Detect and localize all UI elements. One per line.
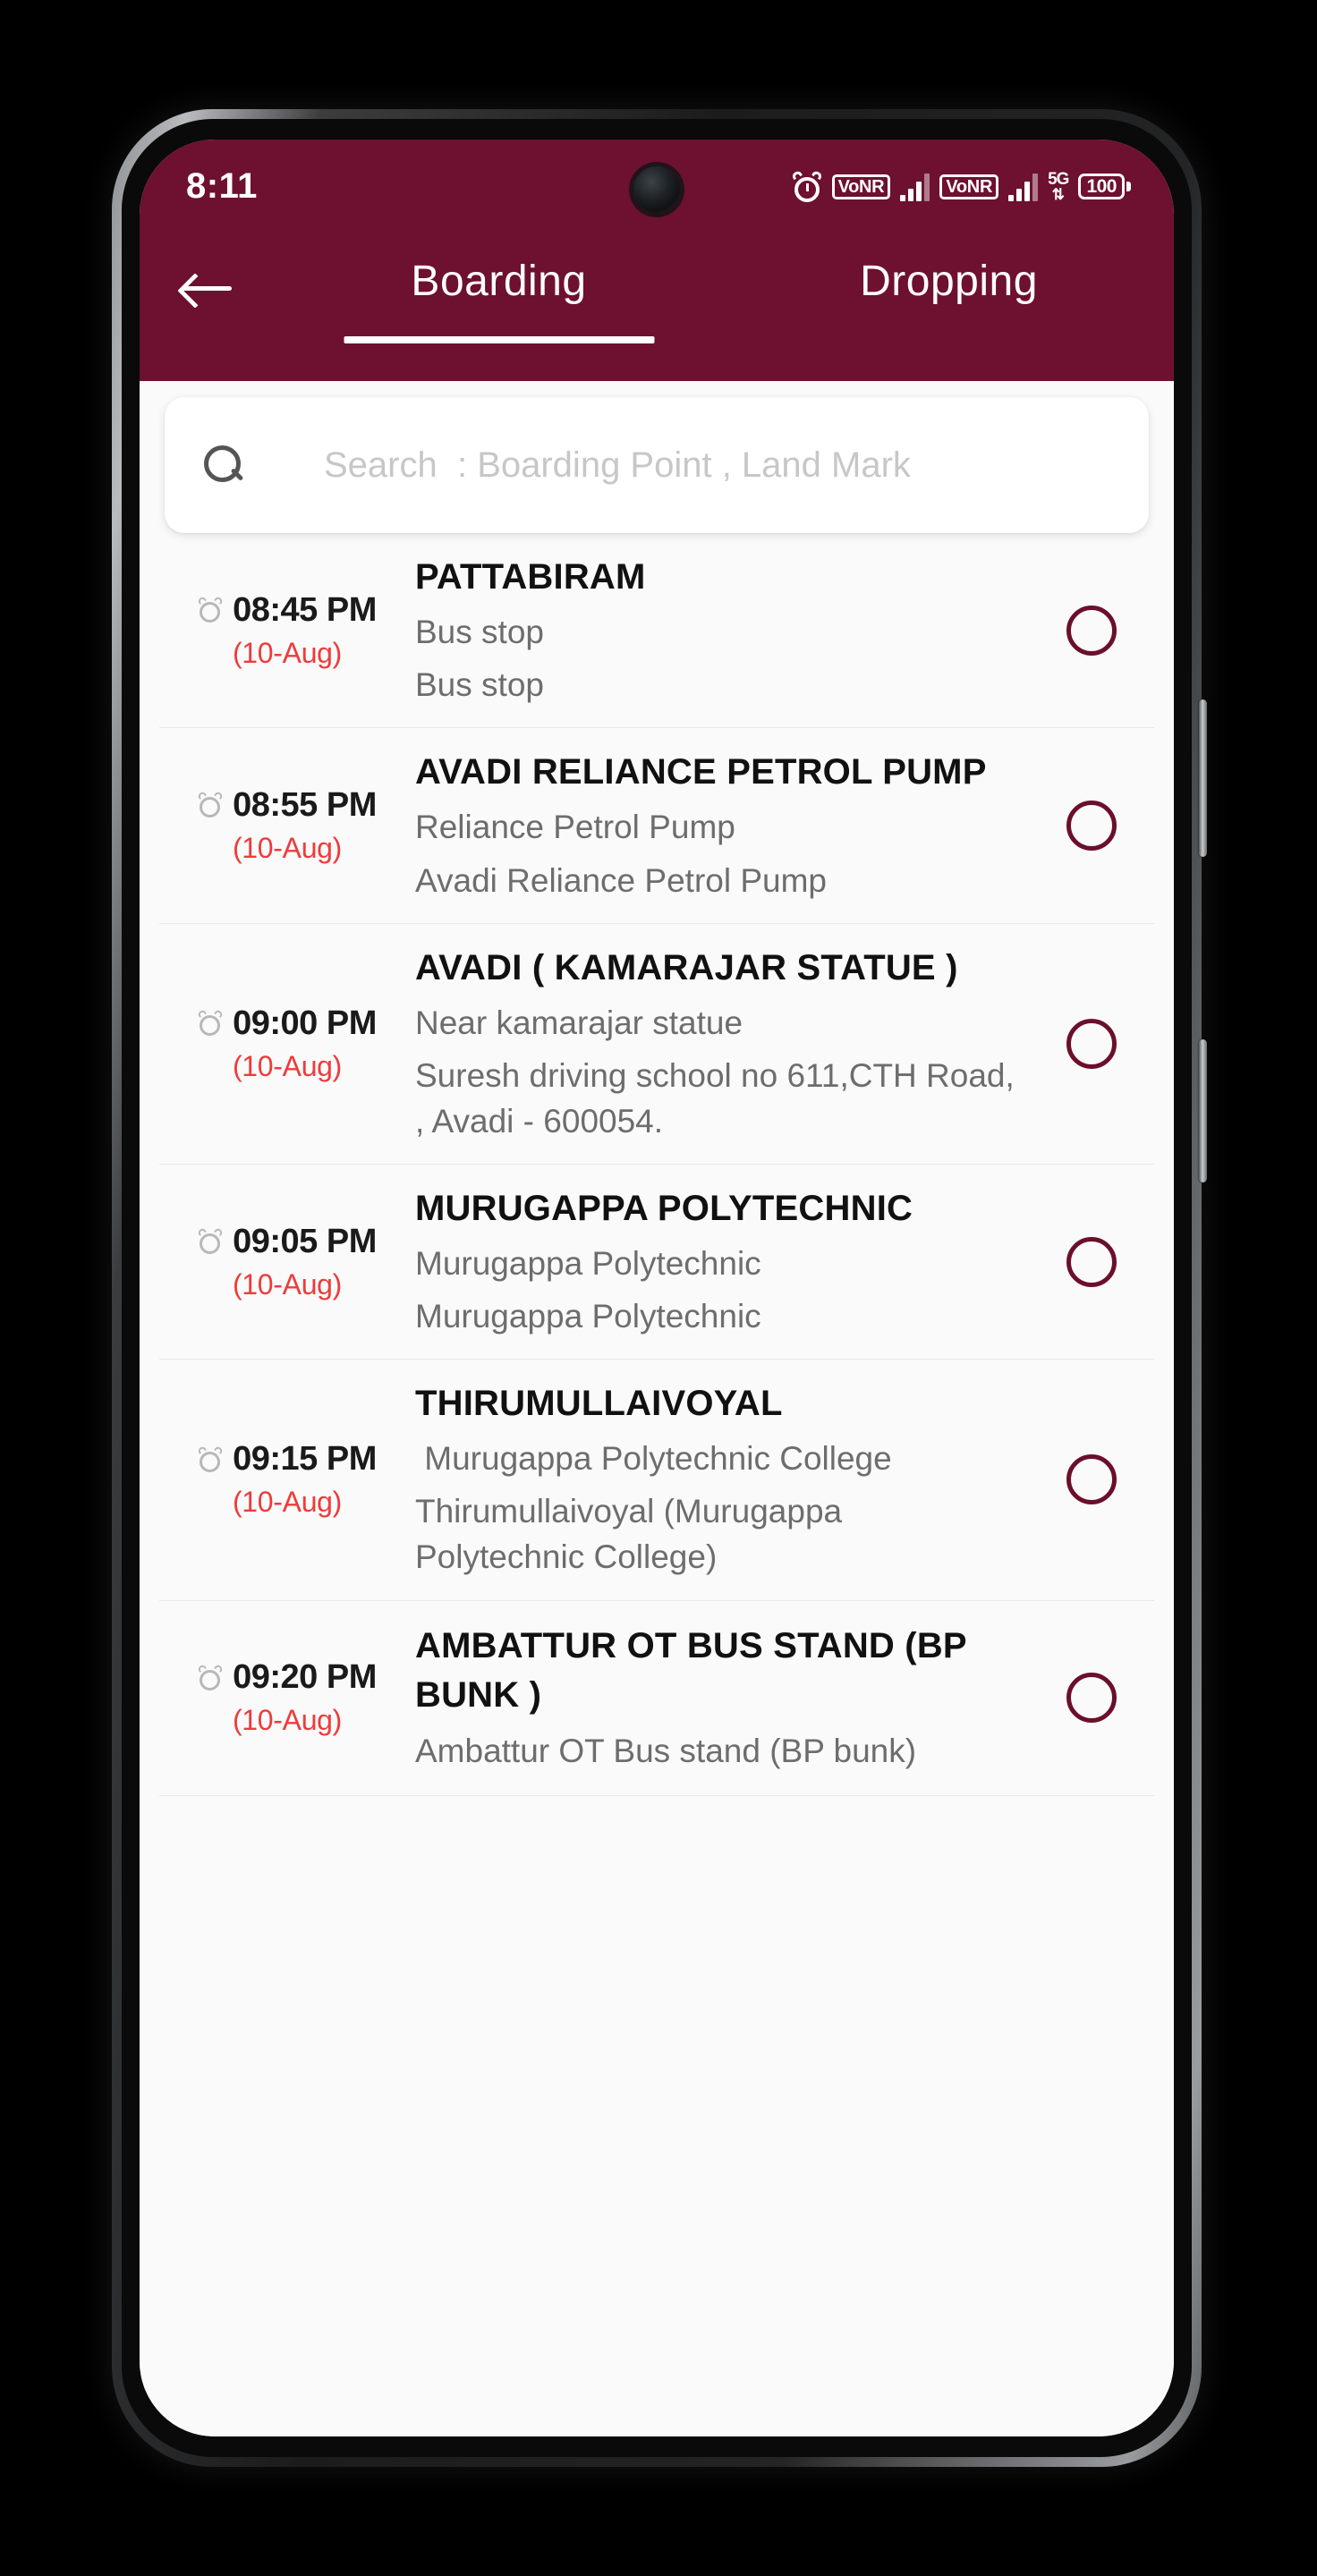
alarm-clock-icon [197,1445,225,1472]
status-clock: 8:11 [186,166,258,206]
stop-name: MURUGAPPA POLYTECHNIC [415,1188,913,1228]
stop-info-column: MURUGAPPA POLYTECHNIC Murugappa Polytech… [415,1184,1036,1339]
stop-address: Bus stop [415,666,544,704]
stop-address: Thirumullaivoyal (Murugappa Polytechnic … [415,1493,852,1576]
stop-landmark: Reliance Petrol Pump [415,809,735,846]
alarm-clock-icon [197,1663,225,1690]
stop-select-column [1036,605,1147,656]
stop-name: AVADI ( KAMARAJAR STATUE ) [415,947,958,987]
stop-select-column [1036,1236,1147,1287]
stop-time: 08:55 PM [233,785,377,824]
stop-date: (10-Aug) [232,1049,343,1082]
vonr-badge-sim1-icon: VoNR [831,174,891,199]
stop-name: AMBATTUR OT BUS STAND (BP BUNK ) [415,1626,967,1716]
battery-icon: 100 [1078,174,1131,199]
stop-date: (10-Aug) [232,1704,343,1736]
stop-time-column: 08:45 PM (10-Aug) [159,591,415,670]
stop-select-column [1036,1673,1147,1723]
stop-landmark: Near kamarajar statue [415,1004,743,1041]
stop-info-column: PATTABIRAM Bus stop Bus stop [415,553,1036,708]
stop-select-column [1036,800,1147,851]
stop-time: 08:45 PM [233,590,377,629]
battery-percent-label: 100 [1078,174,1125,199]
alarm-icon [790,169,823,202]
content-area: 08:45 PM (10-Aug) PATTABIRAM Bus stop Bu… [140,381,1174,2436]
search-input[interactable] [324,445,1111,486]
stop-time: 09:00 PM [233,1004,377,1042]
stop-info-column: AMBATTUR OT BUS STAND (BP BUNK ) Ambattu… [415,1622,1036,1773]
alarm-clock-icon [197,1227,225,1255]
data-transfer-arrows-icon: ⇅ [1051,186,1065,203]
tab-active-indicator [344,336,654,343]
vonr-badge-sim2-icon: VoNR [939,174,999,199]
tab-boarding-label: Boarding [411,258,587,305]
table-row[interactable]: 09:05 PM (10-Aug) MURUGAPPA POLYTECHNIC … [159,1165,1154,1360]
phone-screen: 8:11 VoNR VoNR 5G ⇅ 100 Boarding Droppin… [140,140,1174,2436]
stop-radio-button[interactable] [1066,1236,1117,1287]
table-row[interactable]: 09:20 PM (10-Aug) AMBATTUR OT BUS STAND … [159,1601,1154,1796]
tab-bar: Boarding Dropping [274,233,1174,343]
stop-landmark: Murugappa Polytechnic College [415,1440,892,1478]
battery-tip [1126,182,1131,191]
front-camera-cutout [633,166,680,213]
stop-landmark: Bus stop [415,614,544,651]
volume-button[interactable] [1199,699,1207,857]
tab-dropping[interactable]: Dropping [724,233,1174,306]
stop-radio-button[interactable] [1066,1673,1117,1723]
table-row[interactable]: 09:00 PM (10-Aug) AVADI ( KAMARAJAR STAT… [159,924,1154,1165]
app-bar: Boarding Dropping [140,233,1174,381]
boarding-point-list: 08:45 PM (10-Aug) PATTABIRAM Bus stop Bu… [140,533,1174,1796]
stop-time-column: 08:55 PM (10-Aug) [159,786,415,865]
stop-radio-button[interactable] [1066,605,1117,656]
table-row[interactable]: 08:55 PM (10-Aug) AVADI RELIANCE PETROL … [159,728,1154,924]
stop-date: (10-Aug) [232,1486,343,1519]
stop-time: 09:15 PM [233,1440,377,1479]
alarm-clock-icon [197,1009,225,1037]
stop-radio-button[interactable] [1066,800,1117,851]
stop-address: Murugappa Polytechnic [415,1298,761,1335]
table-row[interactable]: 09:15 PM (10-Aug) THIRUMULLAIVOYAL Murug… [159,1360,1154,1601]
tab-boarding[interactable]: Boarding [274,233,724,343]
stop-time-column: 09:05 PM (10-Aug) [159,1223,415,1301]
stop-time: 09:05 PM [233,1222,377,1260]
stop-time-column: 09:15 PM (10-Aug) [159,1440,415,1519]
stop-date: (10-Aug) [232,831,343,864]
stop-time: 09:20 PM [233,1658,377,1696]
power-button[interactable] [1199,1039,1207,1182]
arrow-left-icon [182,273,232,303]
stop-name: PATTABIRAM [415,557,646,597]
stop-time-column: 09:20 PM (10-Aug) [159,1658,415,1737]
alarm-clock-icon [197,791,225,818]
network-5g-icon: 5G ⇅ [1048,171,1069,203]
signal-bars-sim2-icon [1008,173,1039,201]
stop-address: Avadi Reliance Petrol Pump [415,861,828,899]
phone-frame: 8:11 VoNR VoNR 5G ⇅ 100 Boarding Droppin… [112,109,1207,2467]
alarm-clock-icon [197,596,225,623]
stop-radio-button[interactable] [1066,1018,1117,1069]
stop-select-column [1036,1454,1147,1505]
table-row[interactable]: 08:45 PM (10-Aug) PATTABIRAM Bus stop Bu… [159,533,1154,729]
stop-select-column [1036,1018,1147,1069]
stop-name: AVADI RELIANCE PETROL PUMP [415,752,987,792]
signal-bars-sim1-icon [900,173,930,201]
stop-date: (10-Aug) [232,636,343,669]
stop-address: Suresh driving school no 611,CTH Road, ,… [415,1056,1024,1140]
status-icon-tray: VoNR VoNR 5G ⇅ 100 [790,169,1131,203]
search-bar[interactable] [165,397,1149,533]
stop-landmark: Ambattur OT Bus stand (BP bunk) [415,1732,917,1769]
search-container [140,381,1174,533]
stop-landmark: Murugappa Polytechnic [415,1245,761,1283]
stop-name: THIRUMULLAIVOYAL [415,1384,783,1424]
stop-info-column: THIRUMULLAIVOYAL Murugappa Polytechnic C… [415,1379,1036,1580]
stop-date: (10-Aug) [232,1267,343,1301]
stop-time-column: 09:00 PM (10-Aug) [159,1004,415,1083]
tab-dropping-label: Dropping [860,258,1038,305]
stop-info-column: AVADI ( KAMARAJAR STATUE ) Near kamaraja… [415,944,1036,1144]
back-button[interactable] [140,233,274,343]
status-bar: 8:11 VoNR VoNR 5G ⇅ 100 [140,140,1174,233]
search-icon [202,444,245,487]
stop-info-column: AVADI RELIANCE PETROL PUMP Reliance Petr… [415,748,1036,902]
stop-radio-button[interactable] [1066,1454,1117,1505]
